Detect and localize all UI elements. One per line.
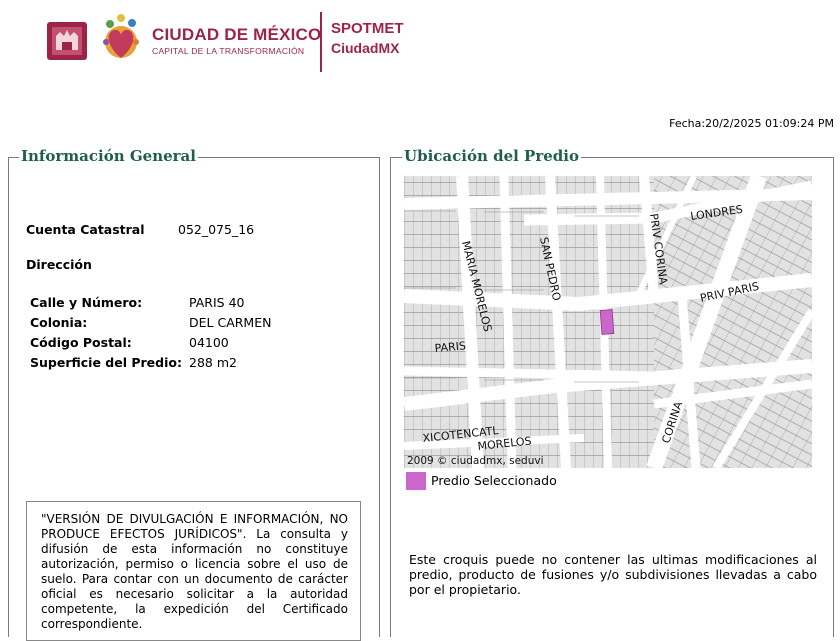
header: CIUDAD DE MÉXICO CAPITAL DE LA TRANSFORM… (40, 8, 460, 72)
selected-parcel (599, 309, 615, 335)
ubicacion-predio-title: Ubicación del Predio (402, 147, 581, 165)
calle-numero-value: PARIS 40 (189, 295, 245, 310)
app-name-line2: CiudadMX (331, 40, 400, 56)
predio-legend-swatch (406, 472, 426, 490)
direccion-label: Dirección (26, 257, 92, 272)
street-label-paris: PARIS (434, 339, 466, 355)
superficie-label: Superficie del Predio: (30, 355, 182, 370)
brand-subtitle: CAPITAL DE LA TRANSFORMACIÓN (152, 46, 305, 56)
brand-separator (320, 12, 322, 72)
map-canvas: LONDRES PRIV CORINA SAN PEDRO MARIA MORE… (404, 176, 812, 468)
cdmx-heart-logo (103, 14, 139, 58)
date-timestamp: Fecha:20/2/2025 01:09:24 PM (669, 117, 834, 130)
colonia-value: DEL CARMEN (189, 315, 272, 330)
codigo-postal-value: 04100 (189, 335, 229, 350)
informacion-general-title: Información General (19, 147, 198, 165)
location-map[interactable]: LONDRES PRIV CORINA SAN PEDRO MARIA MORE… (404, 176, 812, 468)
cuenta-catastral-value: 052_075_16 (178, 222, 255, 237)
calle-numero-label: Calle y Número: (30, 295, 143, 310)
cdmx-coat-of-arms-logo (47, 22, 87, 60)
predio-legend-label: Predio Seleccionado (431, 473, 557, 488)
cuenta-catastral-label: Cuenta Catastral (26, 222, 145, 237)
legal-notice: "VERSIÓN DE DIVULGACIÓN E INFORMACIÓN, N… (26, 501, 361, 641)
superficie-value: 288 m2 (189, 355, 237, 370)
brand-title: CIUDAD DE MÉXICO (152, 25, 322, 44)
map-credit: 2009 © ciudadmx, seduvi (407, 455, 544, 467)
app-name-line1: SPOTMET (331, 20, 404, 37)
codigo-postal-label: Código Postal: (30, 335, 132, 350)
colonia-label: Colonia: (30, 315, 88, 330)
map-disclaimer: Este croquis puede no contener las ultim… (409, 552, 817, 597)
